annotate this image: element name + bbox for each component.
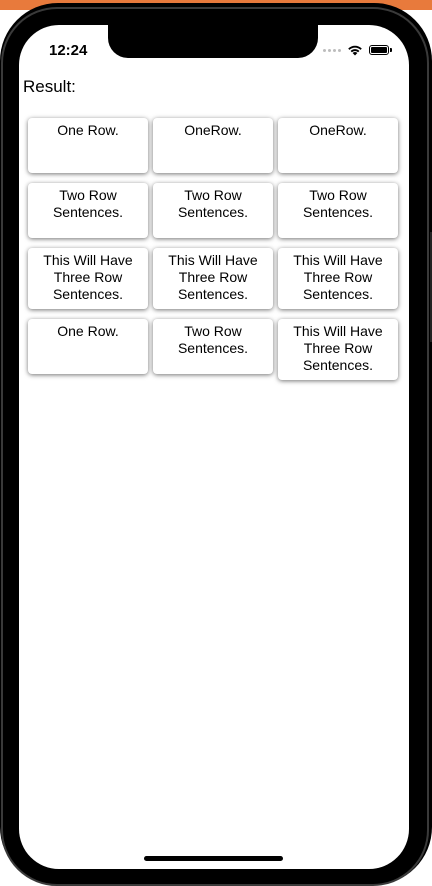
grid-cell: Two Row Sentences. [153, 183, 273, 238]
phone-screen: 12:24 Result: One Row. OneRow. OneRow. T… [19, 25, 409, 869]
grid-cell: This Will Have Three Row Sentences. [278, 319, 398, 380]
status-time: 12:24 [49, 42, 88, 59]
grid-cell: Two Row Sentences. [278, 183, 398, 238]
grid-cell: This Will Have Three Row Sentences. [278, 248, 398, 309]
grid-cell: Two Row Sentences. [153, 319, 273, 374]
grid-cell: One Row. [28, 319, 148, 374]
status-icons [323, 44, 392, 56]
notch [108, 25, 318, 58]
grid-cell: This Will Have Three Row Sentences. [153, 248, 273, 309]
grid-cell: OneRow. [153, 118, 273, 173]
phone-frame: 12:24 Result: One Row. OneRow. OneRow. T… [0, 3, 432, 886]
battery-icon [369, 45, 392, 55]
grid-cell: OneRow. [278, 118, 398, 173]
cards-grid: One Row. OneRow. OneRow. Two Row Sentenc… [28, 118, 398, 380]
grid-cell: This Will Have Three Row Sentences. [28, 248, 148, 309]
signal-dots-icon [323, 48, 341, 52]
wifi-icon [348, 45, 362, 56]
grid-cell: One Row. [28, 118, 148, 173]
home-indicator[interactable] [144, 856, 283, 861]
result-label: Result: [23, 77, 76, 96]
grid-cell: Two Row Sentences. [28, 183, 148, 238]
